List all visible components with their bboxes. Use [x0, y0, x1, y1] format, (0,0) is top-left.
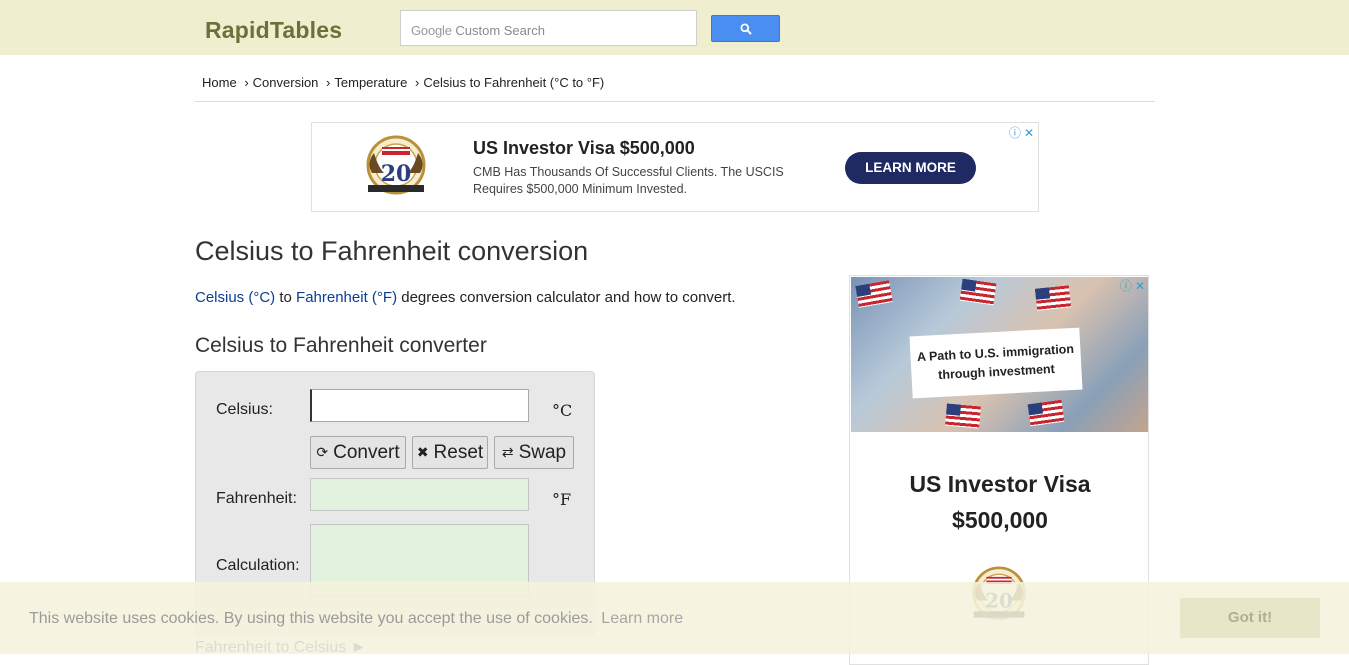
intro-text: Celsius (°C) to Fahrenheit (°F) degrees …	[195, 289, 736, 306]
celsius-link[interactable]: Celsius (°C)	[195, 289, 275, 306]
flag-icon	[1034, 285, 1072, 311]
celsius-input[interactable]	[310, 389, 529, 422]
breadcrumb-temperature[interactable]: Temperature	[334, 75, 407, 90]
swap-button[interactable]: ⇄ Swap	[494, 436, 574, 469]
site-logo[interactable]: RapidTables	[205, 17, 342, 44]
sidebar-ad-title-line1: US Investor Visa	[909, 471, 1091, 497]
fahrenheit-output[interactable]	[310, 478, 529, 511]
swap-label: Swap	[518, 441, 567, 463]
fahrenheit-label: Fahrenheit:	[216, 490, 297, 507]
cookie-accept-button[interactable]: Got it!	[1180, 598, 1320, 638]
calculation-label: Calculation:	[216, 557, 300, 574]
breadcrumb: Home › Conversion › Temperature › Celsius t…	[202, 75, 604, 90]
search-icon	[740, 23, 752, 35]
swap-icon: ⇄	[501, 444, 514, 460]
search-button[interactable]	[711, 15, 780, 42]
ad-body: CMB Has Thousands Of Successful Clients.…	[473, 165, 784, 196]
breadcrumb-divider	[195, 101, 1155, 102]
learn-more-button[interactable]: LEARN MORE	[845, 152, 976, 184]
ad-close-icon[interactable]: ✕	[1135, 279, 1145, 293]
sidebar-ad-title[interactable]: US Investor Visa $500,000	[850, 466, 1148, 538]
flag-icon	[959, 278, 997, 306]
cookie-text: This website uses cookies. By using this…	[29, 610, 683, 628]
ad-banner-sign: A Path to U.S. immigration through inves…	[909, 327, 1083, 399]
page-title: Celsius to Fahrenheit conversion	[195, 236, 589, 266]
reset-label: Reset	[433, 441, 484, 463]
celsius-unit: °C	[552, 401, 573, 420]
top-header: RapidTables Google Custom Search	[0, 0, 1349, 55]
sidebar-ad-title-line2: $500,000	[952, 507, 1048, 533]
fahrenheit-link[interactable]: Fahrenheit (°F)	[296, 289, 397, 306]
ad-photo: A Path to U.S. immigration through inves…	[851, 277, 1148, 432]
convert-label: Convert	[333, 441, 400, 463]
x-icon: ✖	[416, 444, 429, 460]
reset-button[interactable]: ✖ Reset	[412, 436, 488, 469]
flag-icon	[855, 280, 893, 308]
cookie-learn-more-link[interactable]: Learn more	[601, 610, 683, 627]
breadcrumb-current: Celsius to Fahrenheit (°C to °F)	[423, 75, 605, 90]
breadcrumb-separator: ›	[415, 75, 420, 90]
ad-banner-text: A Path to U.S. immigration through inves…	[916, 341, 1075, 383]
converter-title: Celsius to Fahrenheit converter	[195, 334, 487, 357]
ad-choices-icon[interactable]: ⓘ ✕	[1009, 124, 1034, 141]
cookie-banner: This website uses cookies. By using this…	[0, 582, 1349, 654]
ad-title[interactable]: US Investor Visa $500,000	[473, 138, 695, 159]
ad-close-icon[interactable]: ✕	[1024, 126, 1034, 140]
search-placeholder: Google Custom Search	[411, 23, 545, 38]
search-input[interactable]: Google Custom Search	[400, 10, 697, 46]
top-ad-banner[interactable]: 20 US Investor Visa $500,000 CMB Has Tho…	[311, 122, 1039, 212]
cookie-message: This website uses cookies. By using this…	[29, 610, 593, 627]
breadcrumb-home[interactable]: Home	[202, 75, 237, 90]
ad-choices-icon[interactable]: ⓘ ✕	[1120, 277, 1145, 294]
fahrenheit-unit: °F	[552, 490, 572, 509]
convert-button[interactable]: ⟳ Convert	[310, 436, 406, 469]
intro-connector: to	[275, 289, 297, 306]
celsius-label: Celsius:	[216, 401, 273, 418]
breadcrumb-conversion[interactable]: Conversion	[253, 75, 319, 90]
breadcrumb-separator: ›	[326, 75, 331, 90]
refresh-icon: ⟳	[316, 444, 329, 460]
flag-icon	[1027, 399, 1065, 427]
seal-number: 20	[381, 161, 412, 187]
anniversary-seal-icon: 20	[366, 135, 426, 195]
intro-rest: degrees conversion calculator and how to…	[397, 289, 736, 306]
breadcrumb-separator: ›	[244, 75, 249, 90]
flag-icon	[945, 403, 981, 429]
